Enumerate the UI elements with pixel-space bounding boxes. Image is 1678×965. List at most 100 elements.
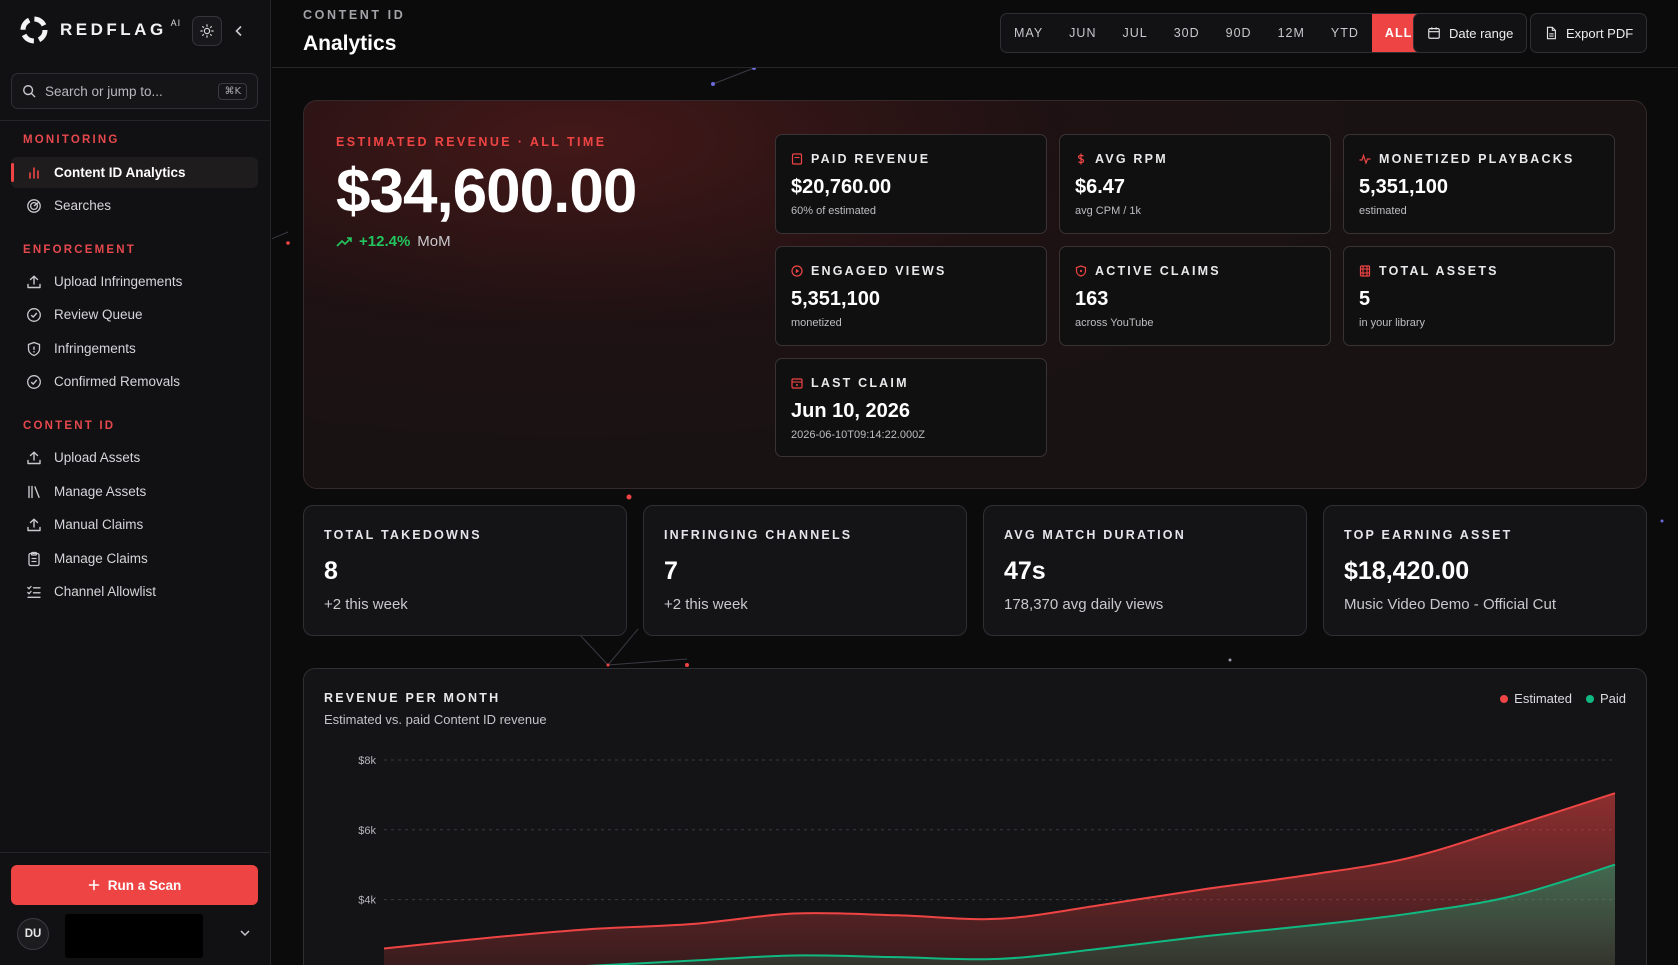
section-title-enforcement: ENFORCEMENT xyxy=(23,244,137,256)
section-title-content-id: CONTENT ID xyxy=(23,420,116,432)
search-placeholder: Search or jump to... xyxy=(45,83,163,99)
search-input[interactable]: Search or jump to... ⌘K xyxy=(11,73,258,109)
range-may[interactable]: MAY xyxy=(1001,14,1056,52)
run-scan-button[interactable]: Run a Scan xyxy=(11,865,258,905)
stat-engaged-views: ENGAGED VIEWS 5,351,100 monetized xyxy=(775,246,1047,346)
export-pdf-button[interactable]: Export PDF xyxy=(1530,13,1648,53)
chart-subtitle: Estimated vs. paid Content ID revenue xyxy=(324,712,547,727)
range-12m[interactable]: 12M xyxy=(1265,14,1318,52)
film-icon xyxy=(1359,265,1371,277)
sidebar-item-manual-claims[interactable]: Manual Claims xyxy=(11,509,258,540)
stat-sub: 60% of estimated xyxy=(791,205,876,217)
range-jul[interactable]: JUL xyxy=(1109,14,1160,52)
legend-item-paid[interactable]: Paid xyxy=(1585,691,1626,706)
sidebar-item-label: Manual Claims xyxy=(54,517,144,532)
sidebar-item-searches[interactable]: Searches xyxy=(11,190,258,221)
legend-dot xyxy=(1585,694,1594,703)
sidebar-item-label: Confirmed Removals xyxy=(54,374,181,389)
sidebar-item-confirmed-removals[interactable]: Confirmed Removals xyxy=(11,366,258,397)
sidebar-item-label: Upload Assets xyxy=(54,450,141,465)
stat-value: 5,351,100 xyxy=(1359,176,1448,198)
file-icon xyxy=(1546,26,1556,40)
stat-last-claim: LAST CLAIM Jun 10, 2026 2026-06-10T09:14… xyxy=(775,358,1047,457)
card-value: 47s xyxy=(1004,557,1046,585)
sidebar-item-upload-infringements[interactable]: Upload Infringements xyxy=(11,266,258,297)
sidebar-item-content-id-analytics[interactable]: Content ID Analytics xyxy=(11,157,258,188)
calendar-icon xyxy=(791,378,803,389)
stat-sub: estimated xyxy=(1359,205,1407,217)
range-90d[interactable]: 90D xyxy=(1213,14,1265,52)
trend-value: +12.4% xyxy=(359,233,411,250)
upload-icon xyxy=(27,275,41,288)
stat-label: PAID REVENUE xyxy=(811,152,931,166)
avatar[interactable]: DU xyxy=(17,918,49,950)
card-total-takedowns: TOTAL TAKEDOWNS 8 +2 this week xyxy=(303,505,627,636)
range-jun[interactable]: JUN xyxy=(1056,14,1109,52)
sidebar-item-label: Manage Assets xyxy=(54,484,147,499)
brand-name: REDFLAG xyxy=(60,20,167,39)
stat-sub: monetized xyxy=(791,317,842,329)
stat-label: LAST CLAIM xyxy=(811,376,909,390)
stat-label: ENGAGED VIEWS xyxy=(811,264,947,278)
stat-value: Jun 10, 2026 xyxy=(791,400,910,422)
stat-value: $20,760.00 xyxy=(791,176,892,198)
chart-title: REVENUE PER MONTH xyxy=(324,691,501,705)
shield-icon xyxy=(27,341,41,356)
revenue-hero-panel: ESTIMATED REVENUE · ALL TIME $34,600.00 … xyxy=(303,100,1647,489)
chevron-down-icon[interactable] xyxy=(238,926,252,940)
search-icon xyxy=(23,85,36,98)
stat-value: $6.47 xyxy=(1075,176,1126,198)
bar-chart-icon xyxy=(29,166,39,179)
run-scan-label: Run a Scan xyxy=(107,877,182,893)
plus-icon xyxy=(88,879,100,891)
range-30d[interactable]: 30D xyxy=(1161,14,1213,52)
chart-legend: Estimated Paid xyxy=(1500,691,1626,706)
stat-label: MONETIZED PLAYBACKS xyxy=(1379,152,1575,166)
stat-head: MONETIZED PLAYBACKS xyxy=(1359,152,1575,166)
sidebar-item-label: Review Queue xyxy=(54,307,143,322)
card-sub: Music Video Demo - Official Cut xyxy=(1344,596,1557,613)
sidebar: REDFLAG AI Search or jump to... ⌘K MONIT… xyxy=(0,0,271,965)
sidebar-item-label: Channel Allowlist xyxy=(54,584,157,599)
stat-head: LAST CLAIM xyxy=(791,376,909,390)
upload-icon xyxy=(27,451,41,464)
sidebar-item-manage-assets[interactable]: Manage Assets xyxy=(11,476,258,507)
stat-avg-rpm: AVG RPM $6.47 avg CPM / 1k xyxy=(1059,134,1331,234)
y-tick-label: $4k xyxy=(358,895,376,907)
card-top-earning-asset: TOP EARNING ASSET $18,420.00 Music Video… xyxy=(1323,505,1647,636)
export-pdf-label: Export PDF xyxy=(1566,25,1634,41)
card-sub: +2 this week xyxy=(324,596,408,613)
page-eyebrow: CONTENT ID xyxy=(303,8,406,22)
date-range-button[interactable]: Date range xyxy=(1413,13,1528,53)
hero-trend: +12.4% MoM xyxy=(336,233,451,250)
trending-up-icon xyxy=(336,236,352,247)
card-avg-match-duration: AVG MATCH DURATION 47s 178,370 avg daily… xyxy=(983,505,1307,636)
sidebar-item-label: Content ID Analytics xyxy=(54,165,186,180)
sidebar-item-infringements[interactable]: Infringements xyxy=(11,333,258,364)
brand[interactable]: REDFLAG AI xyxy=(18,14,181,46)
chevron-left-icon xyxy=(235,25,242,37)
stat-head: AVG RPM xyxy=(1075,152,1168,166)
sidebar-item-manage-claims[interactable]: Manage Claims xyxy=(11,543,258,574)
theme-toggle-button[interactable] xyxy=(192,16,222,46)
stat-active-claims: ACTIVE CLAIMS 163 across YouTube xyxy=(1059,246,1331,346)
calendar-icon xyxy=(1428,27,1440,39)
sidebar-item-channel-allowlist[interactable]: Channel Allowlist xyxy=(11,576,258,607)
check-circle-icon xyxy=(27,307,41,322)
radar-icon xyxy=(27,198,41,213)
legend-item-estimated[interactable]: Estimated xyxy=(1500,691,1572,706)
stat-value: 5 xyxy=(1359,288,1371,310)
card-infringing-channels: INFRINGING CHANNELS 7 +2 this week xyxy=(643,505,967,636)
sidebar-item-label: Searches xyxy=(54,198,112,213)
stat-sub: in your library xyxy=(1359,317,1426,329)
stat-sub: across YouTube xyxy=(1075,317,1154,329)
clipboard-icon xyxy=(28,551,40,566)
revenue-chart-card: $8k $6k $4k REVENUE PER MONTH Estimated vs… xyxy=(303,668,1647,965)
user-name-redacted xyxy=(65,914,203,958)
collapse-sidebar-button[interactable] xyxy=(230,18,248,44)
range-selector: MAY JUN JUL 30D 90D 12M YTD ALL xyxy=(1000,13,1427,53)
sidebar-item-label: Manage Claims xyxy=(54,551,148,566)
sidebar-item-review-queue[interactable]: Review Queue xyxy=(11,299,258,330)
sidebar-item-upload-assets[interactable]: Upload Assets xyxy=(11,442,258,473)
range-ytd[interactable]: YTD xyxy=(1318,14,1372,52)
